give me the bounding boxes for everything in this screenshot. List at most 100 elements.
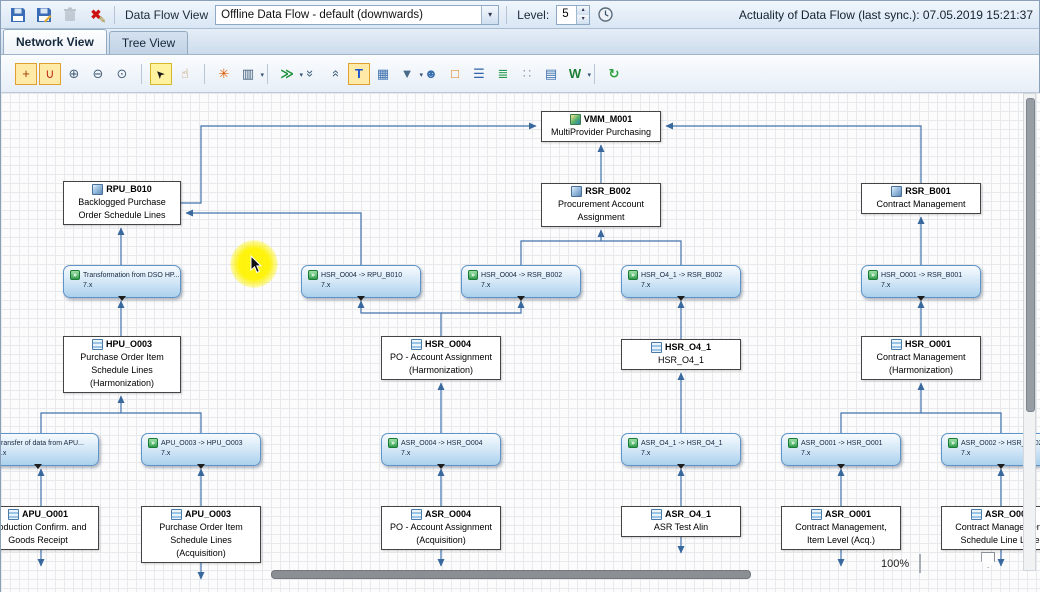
transformation-icon: » [308, 270, 318, 280]
tab-network-view[interactable]: Network View [3, 29, 107, 54]
infoprovider-node[interactable]: APU_O001Production Confirm. andGoods Rec… [1, 506, 99, 550]
zoom-slider-thumb[interactable] [981, 552, 995, 568]
vertical-scrollbar-thumb[interactable] [1026, 98, 1035, 412]
transformation-node[interactable]: »HSR_O4_1 -> RSR_B0027.x [621, 265, 741, 298]
remove-connection-icon[interactable]: ✳ [213, 63, 235, 85]
highlight-objects-icon[interactable]: □ [444, 63, 466, 85]
dso-icon [411, 509, 422, 520]
filter-icon: ▼ [401, 67, 414, 80]
pan-hand-icon[interactable]: ☝ [174, 63, 196, 85]
save-button[interactable] [7, 4, 29, 26]
combo-dropdown-icon[interactable]: ▾ [481, 6, 498, 24]
vertical-scrollbar[interactable] [1023, 93, 1036, 571]
refresh-icon[interactable]: ↻ [603, 63, 625, 85]
actuality-text: Actuality of Data Flow (last sync.): 07.… [739, 8, 1033, 22]
infocube-icon [891, 186, 902, 197]
node-description-line: MultiProvider Purchasing [543, 126, 659, 139]
expand-all-icon[interactable]: » [324, 63, 346, 85]
node-id: HSR_O001 [905, 338, 951, 351]
flow-edge [121, 396, 201, 433]
spinner-arrows-icon[interactable]: ▴▾ [576, 6, 589, 24]
word-export-icon[interactable]: W▾ [564, 63, 586, 85]
node-description-line: Item Level (Acq.) [783, 534, 899, 547]
zoom-in-icon[interactable]: ⊕ [63, 63, 85, 85]
node-id: HPU_O003 [106, 338, 152, 351]
save-as-button[interactable] [33, 4, 55, 26]
network-canvas[interactable]: VMM_M001MultiProvider Purchasing RPU_B010… [1, 93, 1040, 592]
zoom-out-icon[interactable]: ⊖ [87, 63, 109, 85]
infoprovider-node[interactable]: RSR_B001Contract Management [861, 183, 981, 214]
dropdown-caret-icon[interactable]: ▾ [260, 71, 264, 79]
users-icon[interactable]: ☻ [420, 63, 442, 85]
zoom-tool-icon[interactable]: ⊙ [111, 63, 133, 85]
filter-icon[interactable]: ▼▾ [396, 63, 418, 85]
horizontal-scrollbar-thumb[interactable] [271, 570, 751, 579]
flow-edge [361, 301, 441, 336]
transformation-icon: » [788, 438, 798, 448]
dropdown-caret-icon[interactable]: ▾ [587, 71, 591, 79]
dso-icon [651, 342, 662, 353]
remove-connection-icon: ✳ [219, 67, 230, 80]
show-transformations-icon[interactable]: ≫▾ [276, 63, 298, 85]
node-description-line: (Acquisition) [143, 547, 259, 560]
transformation-icon: » [468, 270, 478, 280]
transformation-node[interactable]: »ASR_O001 -> HSR_O0017.x [781, 433, 901, 466]
infoprovider-node[interactable]: HSR_O4_1HSR_O4_1 [621, 339, 741, 370]
infoprovider-node[interactable]: HSR_O004PO - Account Assignment(Harmoniz… [381, 336, 501, 380]
transformation-node[interactable]: »HSR_O004 -> RPU_B0107.x [301, 265, 421, 298]
transformation-version: 7.x [622, 448, 740, 457]
infoprovider-node[interactable]: VMM_M001MultiProvider Purchasing [541, 111, 661, 142]
flow-edge [601, 241, 681, 265]
transformation-icon: » [70, 270, 80, 280]
collapse-all-icon[interactable]: » [300, 63, 322, 85]
toolbar-separator [267, 64, 268, 84]
select-cursor-icon[interactable]: ➤ [150, 63, 172, 85]
delete-button[interactable] [59, 4, 81, 26]
infoprovider-node[interactable]: ASR_O001Contract Management,Item Level (… [781, 506, 901, 550]
transformation-name: HSR_O004 -> RSR_B002 [481, 272, 562, 279]
magnet-icon: ∪ [45, 67, 55, 80]
node-description-line: Contract Management [863, 351, 979, 364]
node-description-line: Order Schedule Lines [65, 209, 179, 222]
infoprovider-node[interactable]: APU_O003Purchase Order ItemSchedule Line… [141, 506, 261, 563]
infoprovider-node[interactable]: ASR_O004PO - Account Assignment(Acquisit… [381, 506, 501, 550]
zoom-slider-track[interactable] [919, 554, 921, 573]
magnet-icon[interactable]: ∪ [39, 63, 61, 85]
node-description-line: (Acquisition) [383, 534, 499, 547]
grid-snap-icon[interactable]: + [15, 63, 37, 85]
pan-hand-icon: ☝ [181, 67, 189, 80]
sync-clock-button[interactable] [594, 4, 616, 26]
transformation-node[interactable]: »Transfer of data from APU...7.x [1, 433, 99, 466]
infoprovider-node[interactable]: HSR_O001Contract Management(Harmonizatio… [861, 336, 981, 380]
infoprovider-node[interactable]: HPU_O003Purchase Order ItemSchedule Line… [63, 336, 181, 393]
data-flow-combo[interactable]: Offline Data Flow - default (downwards) … [215, 5, 499, 25]
grid-dots-icon[interactable]: ∷ [516, 63, 538, 85]
table-settings-icon[interactable]: ▤ [540, 63, 562, 85]
vertical-layout-icon[interactable]: ▥▾ [237, 63, 259, 85]
transformation-node[interactable]: »ASR_O004 -> HSR_O0047.x [381, 433, 501, 466]
table-display-icon[interactable]: ▦ [372, 63, 394, 85]
node-description-line: Assignment [543, 211, 659, 224]
transformation-node[interactable]: »ASR_O4_1 -> HSR_O4_17.x [621, 433, 741, 466]
transformation-node[interactable]: »Transformation from DSO HP...7.x [63, 265, 181, 298]
discard-view-button[interactable]: ✖ ✎ [85, 4, 107, 26]
transformation-node[interactable]: »APU_O003 -> HPU_O0037.x [141, 433, 261, 466]
transformation-name: Transformation from DSO HP... [83, 272, 179, 279]
transformation-version: 7.x [302, 280, 420, 289]
transformation-node[interactable]: »HSR_O001 -> RSR_B0017.x [861, 265, 981, 298]
layers-icon[interactable]: ≣ [492, 63, 514, 85]
text-display-icon[interactable]: T [348, 63, 370, 85]
main-toolbar: ✖ ✎ Data Flow View Offline Data Flow - d… [1, 1, 1039, 29]
tab-tree-view[interactable]: Tree View [109, 31, 188, 54]
infoprovider-node[interactable]: RPU_B010Backlogged PurchaseOrder Schedul… [63, 181, 181, 225]
flow-edge [441, 301, 521, 313]
data-targets-icon[interactable]: ☰ [468, 63, 490, 85]
transformation-version: 7.x [782, 448, 900, 457]
infoprovider-node[interactable]: RSR_B002Procurement AccountAssignment [541, 183, 661, 227]
transformation-version: 7.x [862, 280, 980, 289]
infoprovider-node[interactable]: ASR_O4_1ASR Test Alin [621, 506, 741, 537]
diagram-toolbar: +∪⊕⊖⊙➤☝✳▥▾≫▾»»T▦▼▾☻□☰≣∷▤W▾↻ [1, 55, 1039, 93]
transformation-node[interactable]: »HSR_O004 -> RSR_B0027.x [461, 265, 581, 298]
level-spinner[interactable]: 5 ▴▾ [556, 5, 590, 25]
transformation-icon: » [388, 438, 398, 448]
